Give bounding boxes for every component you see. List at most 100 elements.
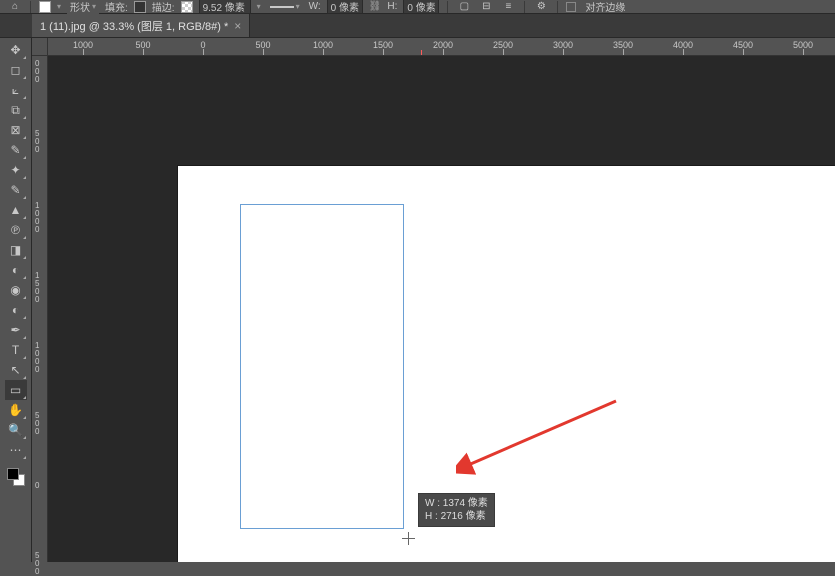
healing-brush-tool[interactable]: ✦ — [5, 160, 27, 180]
ruler-tick — [263, 49, 264, 55]
ruler-tick — [803, 49, 804, 55]
stroke-label: 描边: — [152, 0, 175, 14]
gear-icon[interactable]: ⚙ — [533, 0, 549, 14]
ruler-tick-label: 5 0 0 — [35, 130, 39, 154]
dodge-tool[interactable]: ◐ — [5, 300, 27, 320]
path-selection-tool[interactable]: ↖ — [5, 360, 27, 380]
crosshair-cursor — [402, 532, 415, 545]
foreground-color-swatch[interactable] — [7, 468, 19, 480]
flyout-indicator — [23, 336, 26, 339]
foreground-background-colors[interactable] — [5, 466, 27, 488]
align-edges-checkbox[interactable] — [566, 2, 576, 12]
align-edges-label: 对齐边缘 — [585, 0, 625, 14]
home-icon[interactable]: ⌂ — [8, 0, 22, 14]
height-label: H: — [387, 1, 397, 12]
document-tab[interactable]: 1 (11).jpg @ 33.3% (图层 1, RGB/8#) * × — [32, 14, 250, 37]
lasso-tool[interactable]: ⟀ — [5, 80, 27, 100]
stroke-width-input[interactable] — [199, 0, 251, 14]
ruler-tick-label: 0 0 0 — [35, 60, 39, 84]
flyout-indicator — [23, 236, 26, 239]
document-tab-title: 1 (11).jpg @ 33.3% (图层 1, RGB/8#) * — [40, 18, 228, 34]
flyout-indicator — [23, 116, 26, 119]
horizontal-ruler[interactable]: 1000500050010001500200025003000350040004… — [48, 38, 835, 56]
edit-toolbar[interactable]: ⋯ — [5, 440, 27, 460]
eyedropper-tool[interactable]: ✎ — [5, 140, 27, 160]
clone-stamp-tool[interactable]: ▲ — [5, 200, 27, 220]
gradient-tool[interactable]: ◐ — [5, 260, 27, 280]
ruler-tick — [383, 49, 384, 55]
zoom-tool[interactable]: 🔍 — [5, 420, 27, 440]
ruler-tick — [563, 49, 564, 55]
options-bar: ⌂ ▾ 形状 ▾ 填充: 描边: ▾ ▾ W: ⛓ H: ▢ ⊟ ≡ ⚙ 对齐边… — [0, 0, 835, 14]
flyout-indicator — [23, 176, 26, 179]
path-arrangement-icon[interactable]: ≡ — [500, 0, 516, 14]
drawn-rectangle-shape[interactable] — [240, 204, 404, 529]
ruler-tick — [323, 49, 324, 55]
divider — [447, 1, 448, 13]
brush-tool[interactable]: ✎ — [5, 180, 27, 200]
chevron-down-icon: ▾ — [92, 2, 96, 11]
document-tab-bar: 1 (11).jpg @ 33.3% (图层 1, RGB/8#) * × — [0, 14, 835, 38]
flyout-indicator — [23, 256, 26, 259]
hand-tool[interactable]: ✋ — [5, 400, 27, 420]
path-operations-icon[interactable]: ▢ — [456, 0, 472, 14]
flyout-indicator — [23, 416, 26, 419]
flyout-indicator — [23, 456, 26, 459]
ruler-tick-label: 1 0 0 0 — [35, 342, 39, 374]
flyout-indicator — [23, 96, 26, 99]
type-tool[interactable]: T — [5, 340, 27, 360]
stroke-style-dropdown[interactable]: ▾ — [267, 1, 303, 12]
ruler-tick — [443, 49, 444, 55]
ruler-tick — [623, 49, 624, 55]
blur-tool[interactable]: ◉ — [5, 280, 27, 300]
shape-mode-dropdown[interactable]: 形状 ▾ — [67, 0, 99, 15]
flyout-indicator — [23, 136, 26, 139]
flyout-indicator — [23, 76, 26, 79]
flyout-indicator — [23, 316, 26, 319]
path-alignment-icon[interactable]: ⊟ — [478, 0, 494, 14]
flyout-indicator — [23, 356, 26, 359]
ruler-tick — [503, 49, 504, 55]
frame-tool[interactable]: ⊠ — [5, 120, 27, 140]
ruler-tick-label: 5 0 0 — [35, 412, 39, 436]
flyout-indicator — [23, 216, 26, 219]
eraser-tool[interactable]: ◨ — [5, 240, 27, 260]
flyout-indicator — [23, 196, 26, 199]
divider — [557, 1, 558, 13]
ruler-tick — [743, 49, 744, 55]
canvas-viewport[interactable]: W : 1374 像素 H : 2716 像素 — [48, 56, 835, 562]
pen-tool[interactable]: ✒ — [5, 320, 27, 340]
shape-dimensions-tooltip: W : 1374 像素 H : 2716 像素 — [418, 493, 495, 527]
fill-swatch[interactable] — [134, 1, 146, 13]
link-icon[interactable]: ⛓ — [369, 1, 382, 12]
tooltip-w-label: W : — [425, 498, 440, 509]
flyout-indicator — [23, 396, 26, 399]
ruler-tick — [83, 49, 84, 55]
ruler-tick-label: 5 0 0 — [35, 552, 39, 576]
move-tool[interactable]: ✥ — [5, 40, 27, 60]
chevron-down-icon[interactable]: ▾ — [57, 2, 61, 11]
tooltip-h-label: H : — [425, 511, 438, 522]
ruler-tick-label: 0 — [35, 482, 39, 490]
height-input[interactable] — [403, 0, 439, 14]
ruler-tick-label: 1 5 0 0 — [35, 272, 39, 304]
ruler-tick — [143, 49, 144, 55]
tooltip-h-value: 2716 像素 — [441, 511, 486, 522]
width-input[interactable] — [327, 0, 363, 14]
stroke-swatch[interactable] — [181, 1, 193, 13]
vertical-ruler[interactable]: 0 0 05 0 01 0 0 01 5 0 01 0 0 05 0 005 0… — [32, 56, 48, 562]
tools-panel: ✥◻⟀⧉⊠✎✦✎▲℗◨◐◉◐✒T↖▭✋🔍⋯ — [0, 38, 32, 562]
crop-tool[interactable]: ⧉ — [5, 100, 27, 120]
divider — [30, 1, 31, 13]
document-canvas[interactable] — [178, 166, 835, 562]
chevron-down-icon[interactable]: ▾ — [257, 2, 261, 11]
flyout-indicator — [23, 156, 26, 159]
tool-preset-swatch[interactable] — [39, 1, 51, 13]
chevron-down-icon: ▾ — [296, 2, 300, 11]
ruler-tick-label: 1 0 0 0 — [35, 202, 39, 234]
close-icon[interactable]: × — [234, 19, 241, 33]
marquee-tool[interactable]: ◻ — [5, 60, 27, 80]
history-brush-tool[interactable]: ℗ — [5, 220, 27, 240]
ruler-origin[interactable] — [32, 38, 48, 56]
rectangle-tool[interactable]: ▭ — [5, 380, 27, 400]
